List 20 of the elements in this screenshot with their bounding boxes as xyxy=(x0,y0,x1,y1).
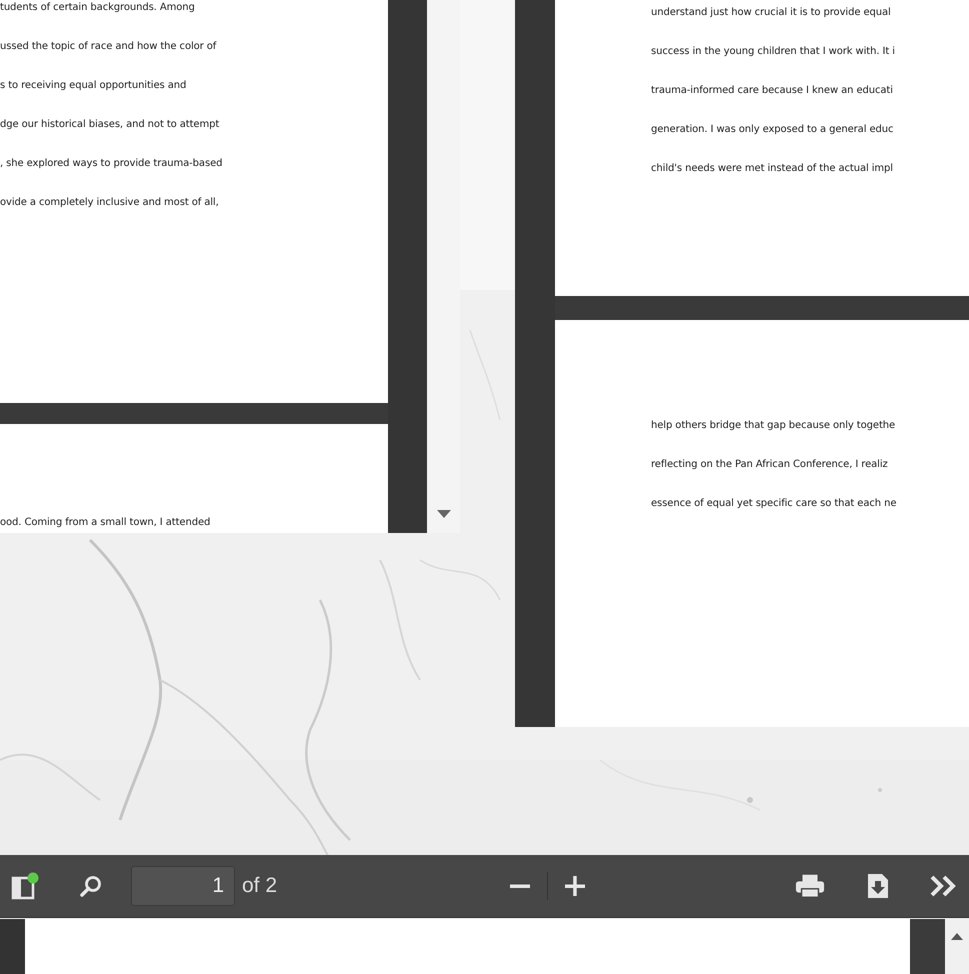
document-text-line: ood. Coming from a small town, I attended xyxy=(0,516,212,530)
page-count: of 2 xyxy=(242,874,278,898)
document-text-line: child's needs were met instead of the actual impl xyxy=(651,162,894,176)
document-text-line: tudents of certain backgrounds. Among xyxy=(0,1,196,15)
document-text-line: , she explored ways to provide trauma-based xyxy=(0,157,224,171)
document-text-line: help others bridge that gap because only togethe xyxy=(651,419,896,433)
document-text-line: success in the young children that I work with. It i xyxy=(651,45,896,59)
document-text-line: generation. I was only exposed to a general educ xyxy=(651,123,894,137)
document-text-line: dge our historical biases, and not to attempt xyxy=(0,118,220,132)
page-number-field[interactable]: 1 xyxy=(131,866,235,906)
scroll-down-icon[interactable] xyxy=(437,510,451,518)
document-text-line: trauma-informed care because I knew an educati xyxy=(651,84,894,98)
document-text-line: s to receiving equal opportunities and xyxy=(0,79,188,93)
document-text-line: understand just how crucial it is to provide equal xyxy=(651,6,892,20)
document-text-line: essence of equal yet specific care so that each ne xyxy=(651,497,898,511)
sidebar-toggle-icon[interactable] xyxy=(10,871,40,901)
document-text-line: ovide a completely inclusive and most of all, xyxy=(0,196,220,210)
document-text-line: reflecting on the Pan African Conference, I realiz xyxy=(651,458,889,472)
document-text-line: ussed the topic of race and how the color of xyxy=(0,40,218,54)
scroll-up-icon[interactable] xyxy=(951,933,963,940)
